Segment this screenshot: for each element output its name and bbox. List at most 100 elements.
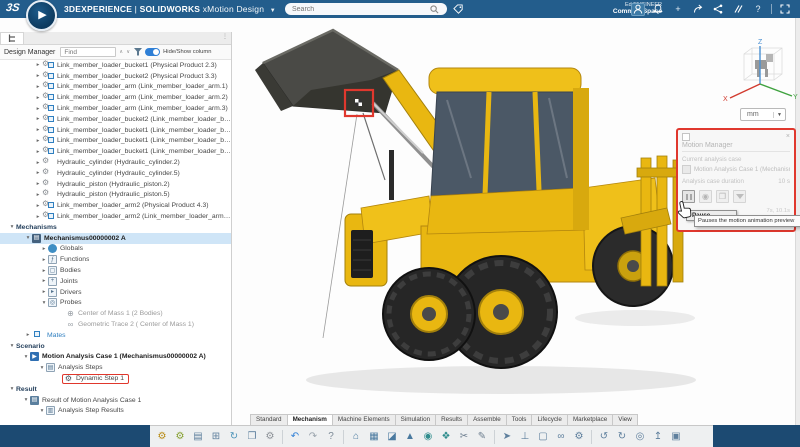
tree-item[interactable]: ▸+Joints (0, 276, 231, 287)
toolbar-share-content-button[interactable]: ⌂ (348, 428, 364, 445)
expand-chevron[interactable]: ▸ (40, 278, 48, 284)
expand-chevron[interactable]: ▸ (34, 127, 42, 133)
expand-chevron[interactable]: ▸ (24, 332, 32, 338)
tab-assemble[interactable]: Assemble (467, 414, 507, 425)
tree-item[interactable]: ▸▢Bodies (0, 265, 231, 276)
tree-item[interactable]: ▸⚙Link_member_loader_bucket1 (Link_membe… (0, 136, 231, 147)
tree-item[interactable]: ▾Mechanisms (0, 222, 231, 233)
expand-chevron[interactable]: ▾ (38, 408, 46, 414)
expand-chevron[interactable]: ▾ (24, 235, 32, 241)
expand-chevron[interactable]: ▸ (40, 257, 48, 263)
tree-item[interactable]: ▸ƒFunctions (0, 254, 231, 265)
tree-item[interactable]: ▾Scenario (0, 341, 231, 352)
expand-chevron[interactable]: ▸ (34, 116, 42, 122)
toolbar-probe-target-button[interactable]: ◎ (632, 428, 648, 445)
toolbar-measure-button[interactable]: ⊥ (517, 428, 533, 445)
expand-chevron[interactable]: ▸ (34, 170, 42, 176)
fullscreen-icon[interactable] (778, 3, 792, 16)
expand-chevron[interactable]: ▾ (38, 365, 46, 371)
toolbar-sketch-button[interactable]: ✎ (474, 428, 490, 445)
tree-item[interactable]: ∞Geometric Trace 2 ( Center of Mass 1) (0, 319, 231, 330)
expand-chevron[interactable]: ▾ (22, 354, 30, 360)
tree-item[interactable]: ▸Mates (0, 330, 231, 341)
expand-chevron[interactable]: ▸ (34, 73, 42, 79)
tree-item[interactable]: ▸⚙Hydraulic_piston (Hydraulic_piston.5) (0, 190, 231, 201)
expand-chevron[interactable]: ▸ (34, 192, 42, 198)
expand-chevron[interactable]: ▸ (34, 84, 42, 90)
expand-chevron[interactable]: ▾ (8, 224, 16, 230)
toolbar-walk-mode-button[interactable]: ▲ (402, 428, 418, 445)
toolbar-render-style-button[interactable]: ❖ (438, 428, 454, 445)
help-icon[interactable]: ? (751, 3, 765, 16)
tab-standard[interactable]: Standard (250, 414, 288, 425)
toolbar-section-cut-button[interactable]: ✂ (456, 428, 472, 445)
expand-chevron[interactable]: ▾ (8, 386, 16, 392)
expand-chevron[interactable]: ▸ (34, 138, 42, 144)
tag-icon[interactable] (453, 4, 464, 15)
expand-chevron[interactable]: ▾ (8, 343, 16, 349)
notifications-icon[interactable] (651, 3, 665, 16)
tree-item[interactable]: ▸⚙Link_member_loader_bucket2 (Physical P… (0, 71, 231, 82)
units-dropdown[interactable]: mm ▼ (740, 108, 786, 121)
tree-item[interactable]: ▸⚙Link_member_loader_bucket1 (Physical P… (0, 60, 231, 71)
tree-item[interactable]: ⚙Dynamic Step 1 (0, 373, 231, 384)
tree-item[interactable]: ⊕Center of Mass 1 (2 Bodies) (0, 308, 231, 319)
tree-item[interactable]: ▸⚙Hydraulic_cylinder (Hydraulic_cylinder… (0, 168, 231, 179)
tree-item[interactable]: ▾Result (0, 384, 231, 395)
tree-item[interactable]: ▸⚙Link_member_loader_bucket2 (Link_membe… (0, 114, 231, 125)
expand-chevron[interactable]: ▸ (34, 95, 42, 101)
toolbar-save-view-button[interactable]: ▣ (668, 428, 684, 445)
tab-view[interactable]: View (612, 414, 638, 425)
toolbar-undo-button[interactable]: ↶ (287, 428, 303, 445)
search-input[interactable] (292, 6, 430, 13)
tab-simulation[interactable]: Simulation (395, 414, 436, 425)
expand-chevron[interactable]: ▸ (34, 181, 42, 187)
tree-item[interactable]: ▸⚙Link_member_loader_arm (Link_member_lo… (0, 92, 231, 103)
tab-lifecycle[interactable]: Lifecycle (531, 414, 568, 425)
tree-item[interactable]: ▸Globals (0, 244, 231, 255)
toolbar-save-button[interactable]: ▤ (190, 428, 206, 445)
expand-chevron[interactable]: ▸ (40, 268, 48, 274)
tab-machine-elements[interactable]: Machine Elements (332, 414, 396, 425)
tree-item[interactable]: ▸⚙Link_member_loader_bucket1 (Link_membe… (0, 146, 231, 157)
3dcompass-icon[interactable]: ▶ (26, 0, 57, 31)
toolbar-replay-back-button[interactable]: ↺ (596, 428, 612, 445)
chevron-down-icon[interactable]: ▼ (270, 8, 276, 14)
toolbar-export-up-button[interactable]: ↥ (650, 428, 666, 445)
toolbar-settings-button[interactable]: ⚙ (262, 428, 278, 445)
toolbar-open-button[interactable]: ⚙ (172, 428, 188, 445)
search-icon[interactable] (430, 5, 439, 14)
tree-item[interactable]: ▸⚙Link_member_loader_bucket1 (Link_membe… (0, 125, 231, 136)
expand-chevron[interactable]: ▸ (40, 289, 48, 295)
tree-item[interactable]: ▸⚙Link_member_loader_arm (Link_member_lo… (0, 82, 231, 93)
tree-item[interactable]: ▸⚙Link_member_loader_arm2 (Physical Prod… (0, 200, 231, 211)
toolbar-mechanism-gear-button[interactable]: ⚙ (571, 428, 587, 445)
profile-icon[interactable] (631, 3, 645, 16)
global-search[interactable] (285, 3, 447, 15)
find-box[interactable] (60, 47, 116, 57)
tree-item[interactable]: ▸▸Drivers (0, 287, 231, 298)
axis-triad[interactable]: Z X Y (722, 38, 798, 108)
toolbar-iso-view-button[interactable]: ◪ (384, 428, 400, 445)
tree-item[interactable]: ▾▥Analysis Step Results (0, 406, 231, 417)
play-circle-button[interactable]: ◉ (699, 190, 712, 203)
current-case-row[interactable]: Motion Analysis Case 1 (Mechanismus00... (682, 165, 790, 174)
tree-item[interactable]: ▸⚙Hydraulic_piston (Hydraulic_piston.2) (0, 179, 231, 190)
tree-item[interactable]: ▸⚙Link_member_loader_arm2 (Link_member_l… (0, 211, 231, 222)
share-icon[interactable] (691, 3, 705, 16)
expand-chevron[interactable]: ▸ (34, 106, 42, 112)
collaborate-icon[interactable] (711, 3, 725, 16)
tree-item[interactable]: ▾▤Analysis Steps (0, 362, 231, 373)
toolbar-look-at-button[interactable]: ◉ (420, 428, 436, 445)
tab-marketplace[interactable]: Marketplace (567, 414, 613, 425)
tab-tools[interactable]: Tools (506, 414, 533, 425)
tree-item[interactable]: ▸⚙Link_member_loader_arm (Link_member_lo… (0, 103, 231, 114)
tree-item[interactable]: ▾▶Motion Analysis Case 1 (Mechanismus000… (0, 352, 231, 363)
find-prev-next[interactable]: ∧ ∨ (119, 49, 131, 55)
tab-design-manager[interactable] (0, 32, 24, 44)
hide-show-toggle[interactable] (145, 48, 160, 56)
find-input[interactable] (61, 49, 115, 56)
toolbar-kinematic-link-button[interactable]: ∞ (553, 428, 569, 445)
expand-chevron[interactable]: ▾ (22, 397, 30, 403)
panel-collapse-icon[interactable]: ⋮ (222, 33, 228, 40)
